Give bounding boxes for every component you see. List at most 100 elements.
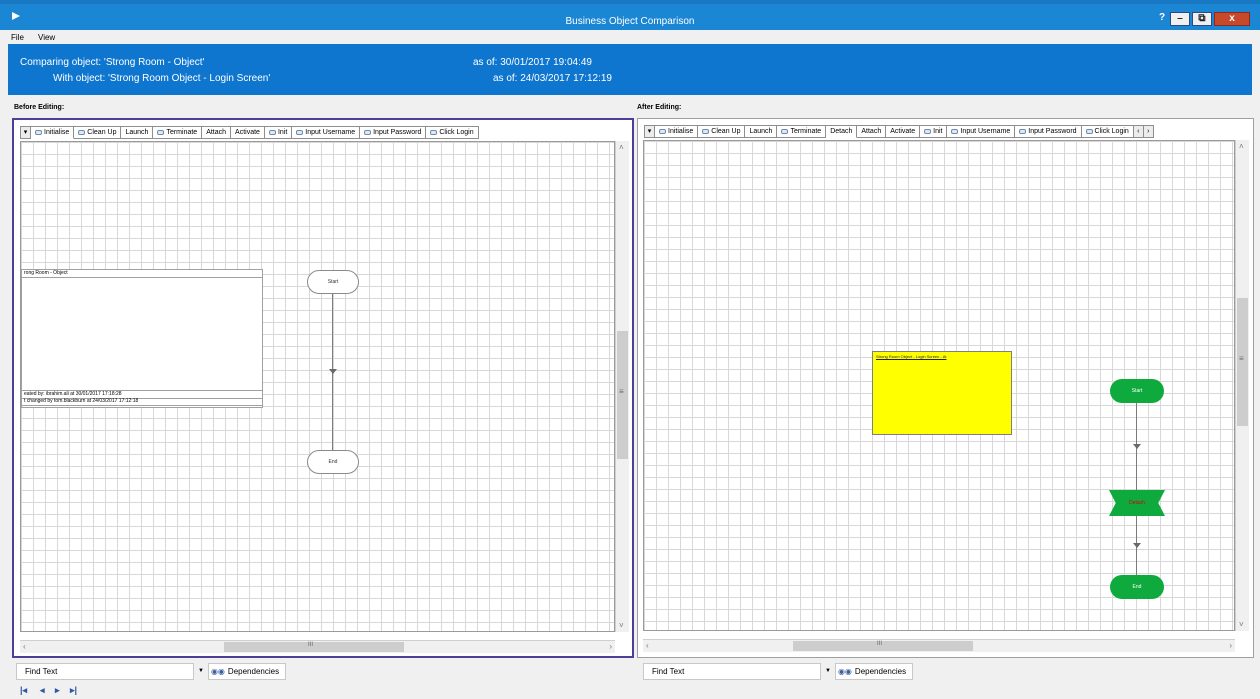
previous-page-button[interactable]: ◂ bbox=[40, 685, 45, 696]
tab-input-username[interactable]: Input Username bbox=[947, 125, 1016, 138]
next-page-button[interactable]: ▸ bbox=[55, 685, 60, 696]
page-icon bbox=[364, 130, 372, 135]
tab-terminate[interactable]: Terminate bbox=[153, 126, 203, 139]
tab-initialise[interactable]: Initialise bbox=[31, 126, 75, 139]
page-icon bbox=[781, 129, 789, 134]
binoculars-icon: ◉◉ bbox=[210, 666, 225, 676]
page-info-changed: t changed by tom.blackburn at 24/03/2017… bbox=[22, 398, 262, 406]
scroll-right-arrow[interactable]: › bbox=[1229, 641, 1232, 650]
menu-file[interactable]: File bbox=[11, 33, 24, 42]
end-stage[interactable]: End bbox=[307, 450, 359, 474]
page-icon bbox=[78, 130, 86, 135]
tab-input-password[interactable]: Input Password bbox=[360, 126, 427, 139]
tab-click-login[interactable]: Click Login bbox=[426, 126, 479, 139]
help-button[interactable]: ? bbox=[1156, 12, 1168, 26]
flow-arrow bbox=[329, 369, 337, 374]
find-dropdown-arrow[interactable]: ▼ bbox=[825, 668, 831, 674]
start-stage[interactable]: Start bbox=[1110, 379, 1164, 403]
window-titlebar: Business Object Comparison ? – ⧉ x bbox=[0, 0, 1260, 30]
tab-click-login[interactable]: Click Login bbox=[1081, 125, 1134, 138]
tab-input-password[interactable]: Input Password bbox=[1015, 125, 1082, 138]
scroll-up-arrow[interactable]: ˄ bbox=[619, 143, 624, 152]
page-icon bbox=[1085, 129, 1093, 134]
comparison-info-bar: Comparing object: 'Strong Room - Object'… bbox=[8, 44, 1252, 95]
tab-clean-up[interactable]: Clean Up bbox=[698, 125, 746, 138]
find-text-input[interactable]: Find Text bbox=[643, 662, 821, 680]
tab-attach[interactable]: Attach bbox=[857, 125, 887, 138]
close-button[interactable]: x bbox=[1214, 12, 1250, 26]
page-icon bbox=[430, 130, 438, 135]
scroll-left-arrow[interactable]: ‹ bbox=[23, 642, 26, 651]
minimize-button[interactable]: – bbox=[1170, 12, 1190, 26]
tab-input-username[interactable]: Input Username bbox=[292, 126, 361, 139]
tab-label: Launch bbox=[125, 129, 149, 136]
tab-clean-up[interactable]: Clean Up bbox=[74, 126, 122, 139]
after-vertical-scrollbar[interactable]: ˄ ≡ ˅ bbox=[1235, 140, 1249, 631]
tab-initialise[interactable]: Initialise bbox=[655, 125, 699, 138]
tab-label: Input Username bbox=[305, 129, 356, 136]
horizontal-scroll-thumb[interactable] bbox=[793, 641, 973, 651]
tab-label: Input Username bbox=[960, 128, 1011, 135]
last-page-button[interactable]: ▸| bbox=[70, 685, 77, 696]
tab-attach[interactable]: Attach bbox=[202, 126, 232, 139]
scroll-up-arrow[interactable]: ˄ bbox=[1239, 142, 1244, 151]
grip-icon: ≡ bbox=[1239, 354, 1244, 363]
after-find-bar: Find Text ▼ ◉◉ Dependencies bbox=[643, 662, 914, 680]
page-icon bbox=[296, 130, 304, 135]
tab-launch[interactable]: Launch bbox=[121, 126, 154, 139]
before-process-canvas[interactable]: rong Room - Object eated by: ibrahim.ali… bbox=[20, 141, 615, 632]
page-list-dropdown[interactable]: ▾ bbox=[644, 125, 655, 138]
page-icon bbox=[659, 129, 666, 134]
menu-bar: File View bbox=[0, 30, 1260, 44]
end-stage[interactable]: End bbox=[1110, 575, 1164, 599]
tab-init[interactable]: Init bbox=[264, 126, 293, 139]
tab-activate[interactable]: Activate bbox=[231, 126, 265, 139]
find-dropdown-arrow[interactable]: ▼ bbox=[198, 668, 204, 674]
page-icon bbox=[35, 130, 42, 135]
tab-label: Input Password bbox=[373, 129, 422, 136]
page-note-text: Strong Room Object - Login Screen - At bbox=[876, 354, 947, 359]
restore-button[interactable]: ⧉ bbox=[1192, 12, 1212, 26]
navigation-bar: |◂ ◂ ▸ ▸| bbox=[0, 682, 1260, 699]
dependencies-button[interactable]: ◉◉ Dependencies bbox=[207, 662, 287, 680]
before-vertical-scrollbar[interactable]: ˄ ≡ ˅ bbox=[615, 141, 629, 632]
scroll-left-arrow[interactable]: ‹ bbox=[646, 641, 649, 650]
scroll-tabs-left-button[interactable]: ‹ bbox=[1133, 125, 1144, 138]
tab-label: Attach bbox=[206, 129, 227, 136]
scroll-tabs-right-button[interactable]: › bbox=[1143, 125, 1154, 138]
find-text-input[interactable]: Find Text bbox=[16, 662, 194, 680]
detach-action-stage[interactable]: Detach bbox=[1109, 490, 1165, 516]
dependencies-label: Dependencies bbox=[854, 666, 907, 676]
scroll-down-arrow[interactable]: ˅ bbox=[619, 621, 624, 630]
grip-label: III bbox=[308, 642, 314, 648]
horizontal-scroll-thumb[interactable] bbox=[224, 642, 404, 652]
before-editing-pane: ▾ Initialise Clean Up Launch Terminate Attac… bbox=[12, 118, 634, 658]
dependencies-button[interactable]: ◉◉ Dependencies bbox=[834, 662, 914, 680]
scroll-right-arrow[interactable]: › bbox=[609, 642, 612, 651]
tab-label: Initialise bbox=[668, 128, 694, 135]
after-process-canvas[interactable]: Strong Room Object - Login Screen - At S… bbox=[643, 140, 1235, 631]
tab-label: Activate bbox=[235, 129, 260, 136]
tab-launch[interactable]: Launch bbox=[745, 125, 778, 138]
dependencies-label: Dependencies bbox=[227, 666, 280, 676]
tab-label: Click Login bbox=[1094, 128, 1129, 135]
tab-activate[interactable]: Activate bbox=[886, 125, 921, 138]
before-editing-label: Before Editing: bbox=[14, 104, 65, 111]
after-horizontal-scrollbar[interactable]: ‹ III › bbox=[643, 639, 1235, 652]
tab-label: Terminate bbox=[790, 128, 822, 135]
flow-arrow bbox=[1133, 543, 1141, 548]
menu-view[interactable]: View bbox=[38, 33, 55, 42]
start-stage[interactable]: Start bbox=[307, 270, 359, 294]
page-note[interactable]: Strong Room Object - Login Screen - At bbox=[872, 351, 1012, 435]
tab-terminate[interactable]: Terminate bbox=[777, 125, 827, 138]
after-editing-pane: ▾ Initialise Clean Up Launch Terminate Detac… bbox=[637, 118, 1254, 658]
grip-icon: ≡ bbox=[619, 387, 624, 396]
tab-detach[interactable]: Detach bbox=[826, 125, 858, 138]
before-horizontal-scrollbar[interactable]: ‹ III › bbox=[20, 640, 615, 653]
tab-label: Detach bbox=[830, 128, 853, 135]
first-page-button[interactable]: |◂ bbox=[20, 685, 27, 696]
tab-init[interactable]: Init bbox=[920, 125, 948, 138]
scroll-down-arrow[interactable]: ˅ bbox=[1239, 620, 1244, 629]
page-list-dropdown[interactable]: ▾ bbox=[20, 126, 31, 139]
window-title: Business Object Comparison bbox=[565, 16, 695, 27]
